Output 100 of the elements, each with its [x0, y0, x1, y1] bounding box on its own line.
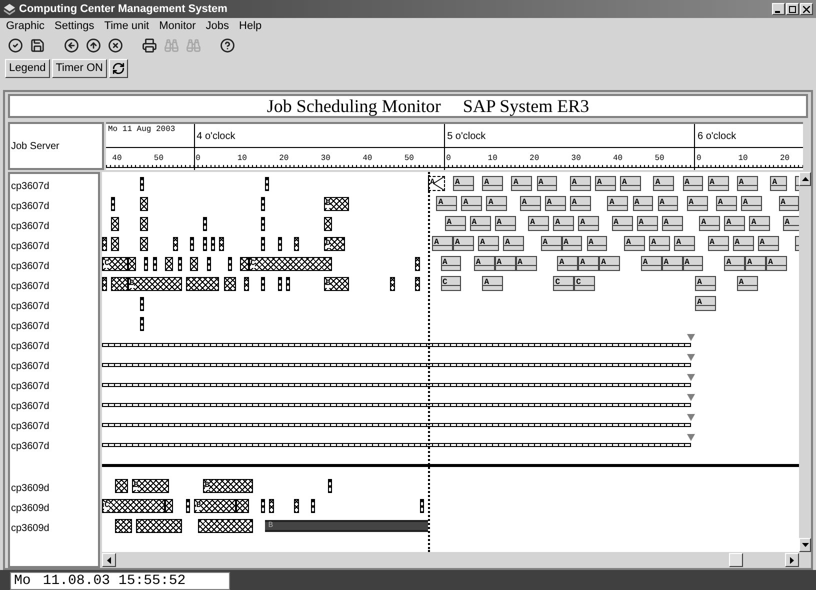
finished-job-block: [114, 519, 132, 533]
tick-label: 30: [320, 155, 330, 163]
scheduled-job-block: A: [770, 176, 787, 191]
finished-job-block: [190, 237, 194, 251]
scheduled-job-block: A: [758, 236, 779, 251]
tick-label: 40: [612, 155, 623, 163]
hour-label: 5 o'clock: [446, 132, 486, 142]
refresh-icon: [112, 62, 125, 74]
finished-job-block: C: [102, 257, 128, 271]
scheduled-job-block: A: [536, 176, 558, 191]
finished-job-block: [228, 257, 232, 271]
finished-job-block: [390, 277, 395, 291]
cancel-button[interactable]: [106, 36, 124, 54]
scrollbar-thumb[interactable]: [729, 553, 744, 567]
scheduled-job-block: A: [749, 216, 770, 231]
server-label: cp3607d: [10, 380, 50, 394]
scheduled-job-block: A: [516, 256, 537, 271]
scroll-right-button[interactable]: [785, 553, 800, 567]
finished-job-block: [328, 479, 332, 493]
finished-job-block: B: [132, 479, 170, 493]
menu-item[interactable]: Jobs: [206, 18, 230, 34]
scheduled-job-block: A: [612, 216, 632, 231]
scheduled-job-block: A: [578, 216, 600, 231]
finished-job-block: [311, 499, 316, 513]
up-button[interactable]: [84, 36, 102, 54]
banner-title: Job Scheduling Monitor: [266, 94, 441, 118]
finished-job-block: [420, 499, 424, 513]
scheduled-job-block: A: [562, 236, 582, 251]
finished-job-block: [206, 257, 211, 271]
finished-job-block: [186, 499, 190, 513]
toolbar-button[interactable]: Legend: [5, 58, 50, 78]
help-button[interactable]: [218, 36, 236, 54]
tick-label: 40: [362, 155, 372, 163]
scheduled-job-block: A: [674, 236, 696, 251]
scheduled-job-block: A: [745, 256, 766, 271]
finished-job-block: [219, 237, 224, 251]
finished-job-block: [110, 197, 115, 211]
server-label: cp3607d: [10, 280, 50, 294]
maximize-button[interactable]: [786, 3, 799, 15]
down-arrow-icon: [802, 543, 809, 547]
close-button[interactable]: [800, 3, 813, 15]
scheduled-job-block: A: [620, 176, 641, 191]
scheduled-job-block: A: [474, 256, 495, 271]
scroll-left-button[interactable]: [102, 553, 116, 567]
hour-label: 4 o'clock: [196, 132, 236, 142]
finished-job-block: [278, 237, 282, 251]
tick-label: 10: [236, 155, 247, 163]
finished-job-block: [140, 317, 144, 331]
finished-job-block: [152, 257, 157, 271]
minimize-button[interactable]: [772, 3, 785, 15]
refresh-button[interactable]: [108, 58, 128, 78]
scheduled-job-block: A: [540, 236, 562, 251]
scheduled-job-block: A: [520, 196, 541, 211]
triangle-marker-icon: [686, 354, 695, 361]
scheduled-job-block: A: [570, 196, 591, 211]
finished-job-block: [294, 499, 299, 513]
scroll-up-button[interactable]: [799, 172, 811, 186]
scheduled-job-block: A: [578, 256, 600, 271]
finished-job-block: [140, 177, 144, 191]
scheduled-job-block: A: [732, 236, 754, 251]
scheduled-job-block: A: [486, 196, 508, 211]
finished-job-block: [114, 479, 128, 493]
scheduled-job-block: A: [682, 256, 704, 271]
finished-job-block: [140, 297, 144, 311]
server-label: cp3609d: [10, 522, 50, 536]
triangle-marker-icon: [686, 374, 695, 381]
finished-job-block: B: [194, 499, 236, 513]
system-name: SAP System ER3: [462, 94, 590, 118]
check-button[interactable]: [6, 36, 24, 54]
finished-job-block: [286, 277, 290, 291]
menu-item[interactable]: Monitor: [159, 18, 196, 34]
save-button[interactable]: [28, 36, 46, 54]
scroll-down-button[interactable]: [799, 538, 811, 552]
finished-job-block: [144, 257, 148, 271]
back-button[interactable]: [62, 36, 80, 54]
scheduled-job-block: A: [682, 176, 704, 191]
scheduled-job-block: A: [544, 196, 566, 211]
server-label: cp3607d: [10, 180, 50, 194]
menu-item[interactable]: Time unit: [104, 18, 150, 34]
tick-label: 30: [570, 155, 581, 163]
scheduled-job-block: A: [553, 216, 574, 231]
running-job-bar: B: [265, 520, 428, 532]
scheduled-job-block: A: [649, 236, 670, 251]
toolbar-button[interactable]: Timer ON: [52, 58, 107, 78]
finished-job-block: [110, 217, 120, 231]
tick-label: 0: [695, 155, 702, 163]
tick-label: 40: [111, 155, 122, 163]
scheduled-job-block: A: [658, 196, 678, 211]
tick-label: 20: [528, 155, 540, 163]
finished-job-block: [210, 237, 216, 251]
column-header: Job Server: [8, 122, 104, 170]
finished-job-block: [110, 237, 120, 251]
menu-item[interactable]: Settings: [54, 18, 94, 34]
scheduled-job-block: A: [440, 256, 462, 271]
menu-item[interactable]: Help: [239, 18, 262, 34]
tick-label: 50: [403, 155, 414, 163]
tick-label: 20: [778, 155, 790, 163]
print-button[interactable]: [140, 36, 158, 54]
menu-item[interactable]: Graphic: [6, 18, 45, 34]
tick-label: 50: [152, 155, 164, 163]
